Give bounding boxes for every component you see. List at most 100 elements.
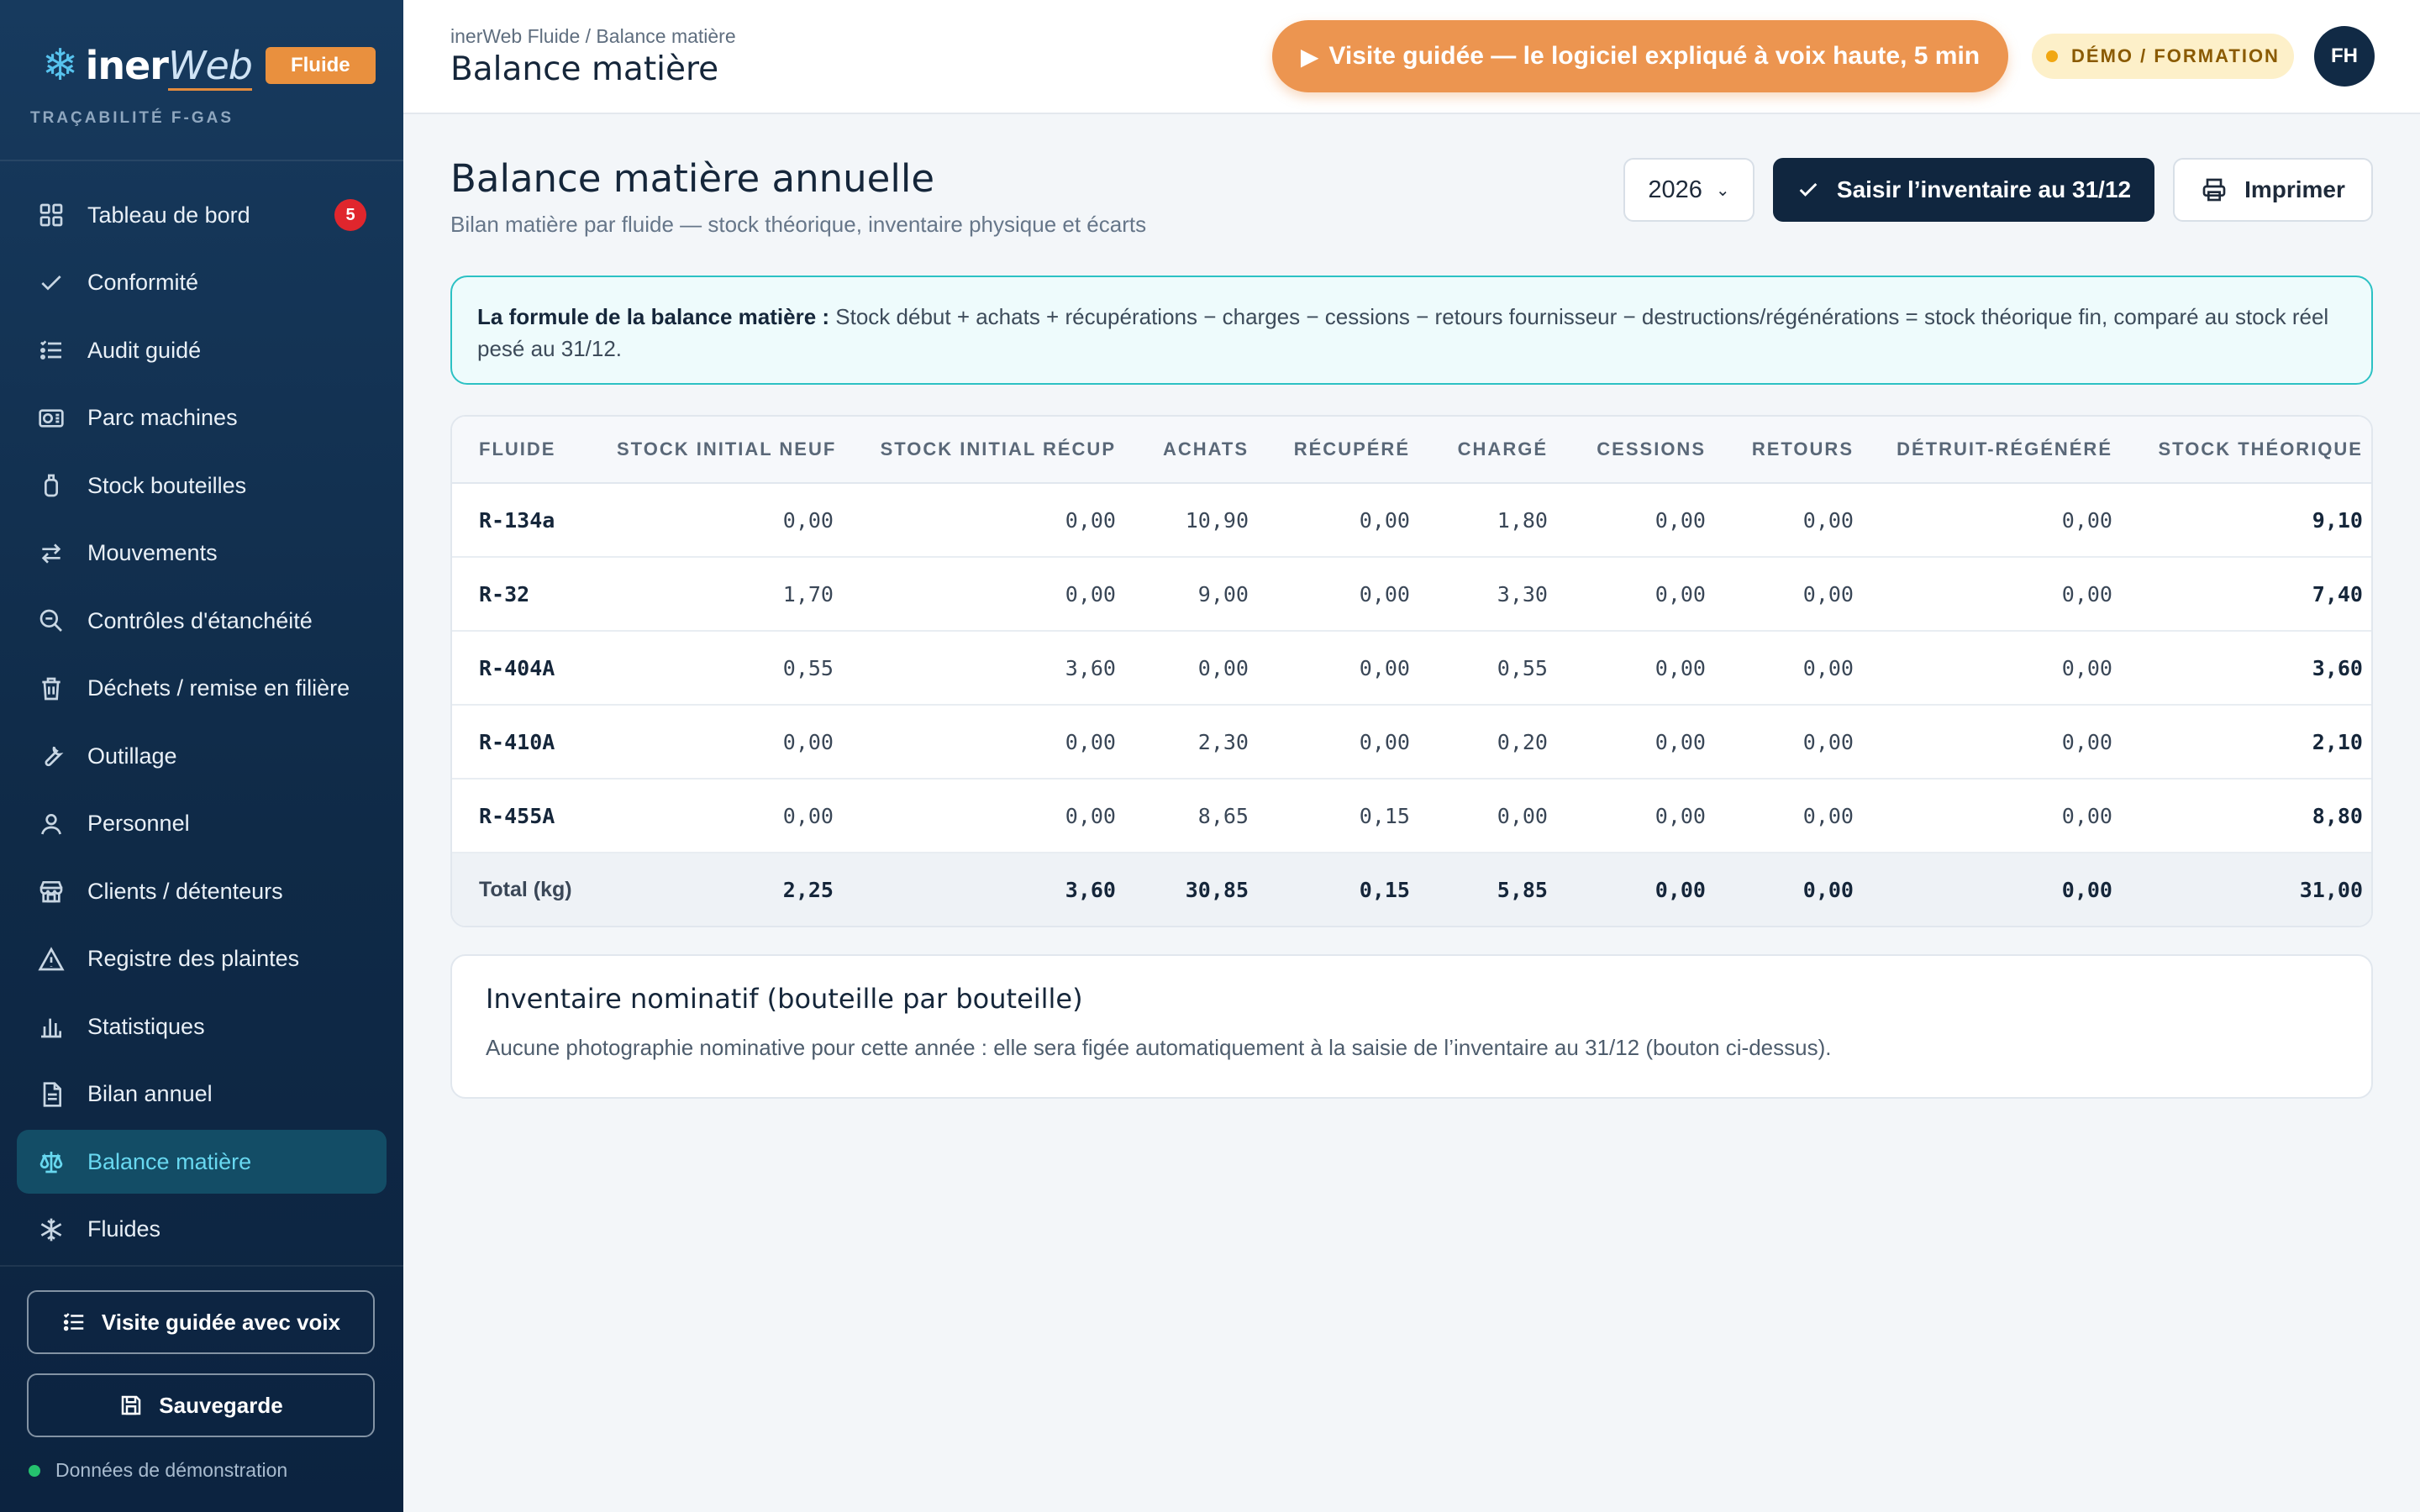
sidebar-item-registre-plaintes[interactable]: Registre des plaintes: [17, 927, 387, 991]
check-icon: [1799, 182, 1818, 197]
column-header[interactable]: STOCK INITIAL RÉCUP: [842, 417, 1124, 484]
warning-icon: [37, 945, 66, 974]
demo-mode-badge: DÉMO / FORMATION: [2032, 34, 2294, 79]
table-cell: 9,00: [1124, 557, 1257, 632]
balance-table: FLUIDE STOCK INITIAL NEUF STOCK INITIAL …: [452, 417, 2371, 926]
breadcrumb: inerWeb Fluide / Balance matière: [450, 25, 736, 47]
table-cell: 0,00: [842, 483, 1124, 558]
table-row: R-134a 0,00 0,00 10,90 0,00 1,80 0,00 0,…: [452, 483, 2371, 558]
column-header[interactable]: CHARGÉ: [1418, 417, 1556, 484]
main-content: inerWeb Fluide / Balance matière Balance…: [403, 0, 2420, 1512]
table-row: R-410A 0,00 0,00 2,30 0,00 0,20 0,00 0,0…: [452, 705, 2371, 780]
brand-tagline: TRAÇABILITÉ F-GAS: [30, 109, 234, 127]
sidebar-item-label: Registre des plaintes: [87, 946, 300, 971]
theoretical-stock-cell: 7,40: [2121, 557, 2371, 632]
table-total-row: Total (kg) 2,25 3,60 30,85 0,15 5,85 0,0…: [452, 852, 2371, 926]
backup-label: Sauvegarde: [159, 1392, 283, 1418]
sidebar-item-clients[interactable]: Clients / détenteurs: [17, 859, 387, 923]
sidebar-item-parc-machines[interactable]: Parc machines: [17, 386, 387, 450]
table-cell: 0,00: [1257, 483, 1418, 558]
brand-name: inerWeb: [86, 43, 253, 91]
guided-tour-voice-label: Visite guidée avec voix: [101, 1309, 341, 1335]
table-cell: 0,00: [608, 705, 842, 780]
guided-tour-label: Visite guidée — le logiciel expliqué à v…: [1328, 42, 1981, 70]
table-cell: 0,55: [608, 631, 842, 706]
backup-button[interactable]: Sauvegarde: [27, 1373, 375, 1437]
column-header[interactable]: RÉCUPÉRÉ: [1257, 417, 1418, 484]
table-row: R-32 1,70 0,00 9,00 0,00 3,30 0,00 0,00 …: [452, 557, 2371, 632]
total-label-cell: Total (kg): [452, 852, 608, 926]
column-header[interactable]: ACHATS: [1124, 417, 1257, 484]
table-cell: 1,80: [1418, 483, 1556, 558]
total-cell: 30,85: [1124, 852, 1257, 926]
theoretical-stock-cell: 8,80: [2121, 779, 2371, 853]
sidebar-item-label: Contrôles d'étanchéité: [87, 607, 313, 633]
year-select[interactable]: 2026 ⌄: [1623, 158, 1754, 222]
sidebar-item-conformite[interactable]: Conformité: [17, 251, 387, 315]
sidebar-item-label: Audit guidé: [87, 337, 202, 363]
sidebar-item-personnel[interactable]: Personnel: [17, 792, 387, 856]
balance-table-card: FLUIDE STOCK INITIAL NEUF STOCK INITIAL …: [450, 415, 2373, 927]
sidebar-item-label: Mouvements: [87, 540, 218, 565]
table-cell: 0,00: [1862, 779, 2121, 853]
demo-data-status-text: Données de démonstration: [55, 1459, 288, 1481]
column-header[interactable]: STOCK INITIAL NEUF: [608, 417, 842, 484]
sidebar-item-audit-guide[interactable]: Audit guidé: [17, 318, 387, 382]
guided-tour-button[interactable]: ▶ Visite guidée — le logiciel expliqué à…: [1272, 20, 2008, 92]
sidebar-item-stock-bouteilles[interactable]: Stock bouteilles: [17, 454, 387, 517]
table-cell: 0,00: [1862, 483, 2121, 558]
theoretical-stock-cell: 9,10: [2121, 483, 2371, 558]
column-header[interactable]: FLUIDE: [452, 417, 608, 484]
divider: [0, 1265, 403, 1267]
table-cell: 0,00: [1862, 705, 2121, 780]
column-header[interactable]: CESSIONS: [1556, 417, 1714, 484]
table-cell: 0,00: [1714, 705, 1862, 780]
sidebar-item-bilan-annuel[interactable]: Bilan annuel: [17, 1063, 387, 1126]
table-cell: 0,55: [1418, 631, 1556, 706]
user-avatar[interactable]: FH: [2314, 26, 2375, 87]
inventory-empty-text: Aucune photographie nominative pour cett…: [486, 1035, 1832, 1060]
sidebar-item-tableau-de-bord[interactable]: Tableau de bord 5: [17, 183, 387, 247]
sidebar-item-label: Parc machines: [87, 405, 238, 430]
column-header[interactable]: STOCK THÉORIQUE: [2121, 417, 2371, 484]
table-cell: 0,00: [1714, 483, 1862, 558]
table-cell: 0,00: [1714, 631, 1862, 706]
inventory-card-title: Inventaire nominatif (bouteille par bout…: [486, 983, 1083, 1015]
table-header-row: FLUIDE STOCK INITIAL NEUF STOCK INITIAL …: [452, 417, 2371, 484]
table-cell: 0,00: [1257, 557, 1418, 632]
total-cell: 2,25: [608, 852, 842, 926]
sidebar-item-fluides[interactable]: Fluides: [17, 1198, 387, 1262]
column-header[interactable]: DÉTRUIT-RÉGÉNÉRÉ: [1862, 417, 2121, 484]
demo-mode-label: DÉMO / FORMATION: [2071, 45, 2280, 66]
enter-inventory-button[interactable]: Saisir l’inventaire au 31/12: [1773, 158, 2154, 222]
sidebar-item-label: Clients / détenteurs: [87, 878, 283, 904]
wrench-icon: [37, 742, 66, 770]
column-header[interactable]: RETOURS: [1714, 417, 1862, 484]
demo-data-status: Données de démonstration: [29, 1459, 287, 1482]
top-bar: inerWeb Fluide / Balance matière Balance…: [403, 0, 2420, 114]
formula-label: La formule de la balance matière :: [477, 304, 830, 329]
sidebar-item-balance-matiere[interactable]: Balance matière: [17, 1130, 387, 1194]
divider: [0, 160, 403, 161]
table-cell: 3,30: [1418, 557, 1556, 632]
table-cell: 0,00: [1556, 631, 1714, 706]
brand-logo[interactable]: ❄ inerWeb Fluide: [42, 40, 376, 91]
sidebar-item-label: Stock bouteilles: [87, 472, 247, 498]
table-cell: 0,00: [1124, 631, 1257, 706]
sidebar-item-controles-etancheite[interactable]: Contrôles d'étanchéité: [17, 589, 387, 653]
sidebar-item-statistiques[interactable]: Statistiques: [17, 995, 387, 1058]
sidebar-item-label: Tableau de bord: [87, 202, 250, 228]
year-select-value: 2026: [1648, 176, 1702, 203]
table-row: R-404A 0,55 3,60 0,00 0,00 0,55 0,00 0,0…: [452, 631, 2371, 706]
swap-icon: [37, 539, 66, 568]
sidebar-item-dechets[interactable]: Déchets / remise en filière: [17, 657, 387, 721]
sidebar-item-label: Fluides: [87, 1216, 161, 1242]
save-icon: [122, 1395, 141, 1415]
sidebar-item-outillage[interactable]: Outillage: [17, 724, 387, 788]
print-label: Imprimer: [2244, 176, 2345, 202]
guided-tour-voice-button[interactable]: Visite guidée avec voix: [27, 1290, 375, 1354]
print-button[interactable]: Imprimer: [2173, 158, 2373, 222]
snowflake-logo-icon: ❄: [42, 41, 79, 90]
document-icon: [37, 1080, 66, 1109]
sidebar-item-mouvements[interactable]: Mouvements: [17, 522, 387, 585]
